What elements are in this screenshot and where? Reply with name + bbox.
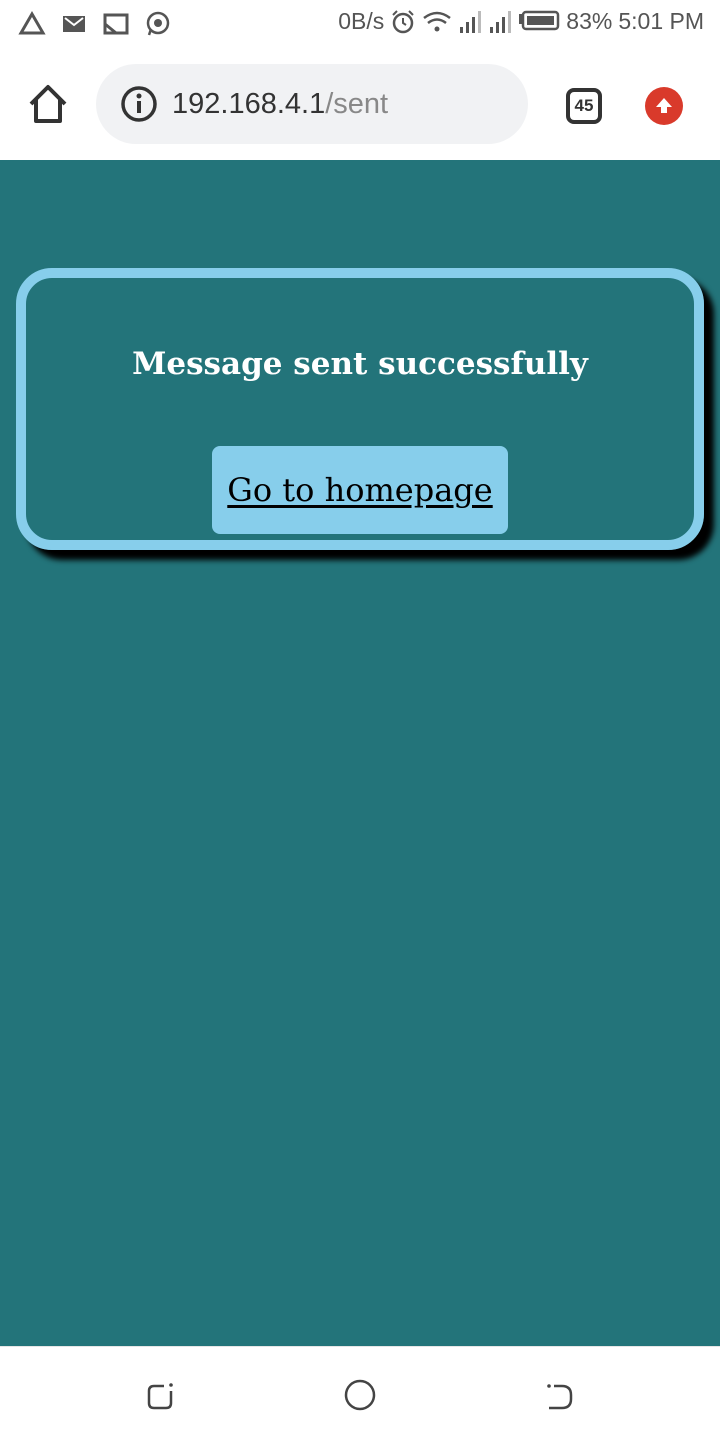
battery-icon [519, 10, 560, 30]
signal-icon [460, 10, 482, 33]
triangle-icon [18, 11, 46, 35]
url-host: 192.168.4.1 [172, 87, 326, 120]
home-icon[interactable] [26, 82, 70, 126]
tab-count: 45 [574, 96, 594, 115]
back-icon[interactable] [540, 1375, 580, 1415]
browser-toolbar: 192.168.4.1/sent 45 [0, 50, 720, 160]
home-circle-icon[interactable] [340, 1375, 380, 1415]
page-content: Message sent successfully Go to homepage [0, 160, 720, 1346]
go-to-homepage-button[interactable]: Go to homepage [212, 446, 508, 534]
tab-switcher-button[interactable]: 45 [566, 88, 602, 124]
system-nav-bar [0, 1346, 720, 1440]
url-path: /sent [325, 87, 389, 120]
update-icon[interactable] [645, 87, 683, 125]
network-speed: 0B/s [338, 8, 385, 34]
status-bar: 0B/s 83% 5:01 PM [0, 0, 720, 50]
status-indicators: 0B/s 83% 5:01 PM [338, 8, 704, 35]
signal-icon-2 [490, 10, 512, 33]
notification-icons [18, 10, 172, 38]
arrow-up-icon [656, 98, 672, 113]
wifi-icon [423, 11, 452, 31]
cast-icon [103, 13, 129, 35]
success-message: Message sent successfully [132, 346, 588, 382]
clock: 5:01 PM [618, 8, 704, 34]
message-card: Message sent successfully Go to homepage [16, 268, 704, 550]
url-text[interactable]: 192.168.4.1/sent [172, 88, 388, 121]
recents-icon[interactable] [140, 1375, 180, 1415]
battery-percent: 83% [566, 8, 613, 34]
alarm-icon [392, 9, 415, 33]
whatsapp-icon [146, 11, 170, 36]
gmail-icon [63, 16, 85, 32]
info-icon[interactable] [120, 85, 158, 123]
address-bar[interactable]: 192.168.4.1/sent [96, 64, 528, 144]
